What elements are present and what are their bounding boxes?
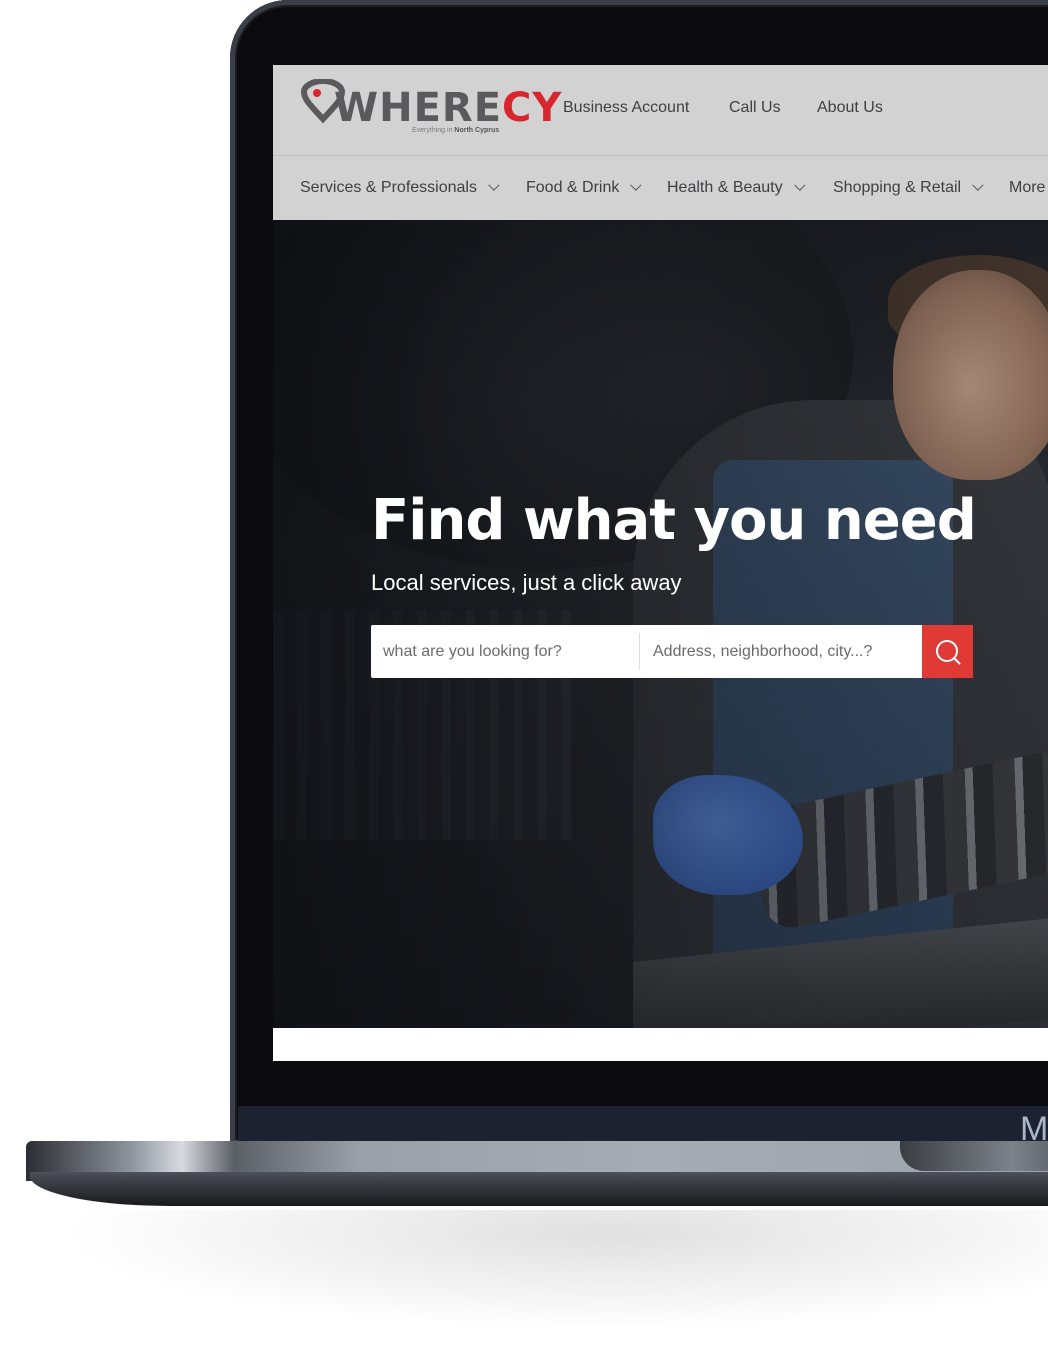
laptop-base-edge [30, 1172, 1048, 1206]
category-label: Shopping & Retail [833, 179, 962, 196]
search-what-input[interactable] [371, 625, 639, 678]
chevron-down-icon [488, 179, 500, 191]
hero-title: Find what you need [371, 488, 977, 553]
category-label: More [1009, 179, 1046, 196]
logo-wordmark: WHERECY [334, 85, 562, 131]
laptop-shadow [60, 1210, 1048, 1330]
site-header: WHERECY Everything in North Cyprus Busin… [273, 65, 1048, 156]
category-shopping-retail[interactable]: Shopping & Retail [833, 179, 984, 197]
category-services-professionals[interactable]: Services & Professionals [300, 179, 500, 197]
search-button[interactable] [922, 625, 973, 678]
site-logo[interactable]: WHERECY Everything in North Cyprus [300, 77, 561, 141]
logo-tagline: Everything in North Cyprus [412, 127, 499, 134]
nav-about-us[interactable]: About Us [817, 99, 883, 117]
category-label: Services & Professionals [300, 179, 477, 196]
chevron-down-icon [793, 179, 806, 191]
search-divider [639, 633, 640, 670]
chevron-down-icon [630, 179, 642, 191]
logo-text-accent: CY [502, 85, 563, 131]
search-icon [936, 640, 961, 665]
page-below-hero [273, 1028, 1048, 1061]
search-where-input[interactable] [641, 625, 921, 678]
hero-banner: Find what you need Local services, just … [273, 220, 1048, 1028]
hero-dark-overlay [273, 220, 1048, 1028]
search-bar [371, 625, 973, 678]
nav-business-account[interactable]: Business Account [563, 99, 689, 117]
tagline-prefix: Everything in [412, 127, 453, 134]
hero-subtitle: Local services, just a click away [371, 570, 682, 595]
website-screen: WHERECY Everything in North Cyprus Busin… [273, 65, 1048, 1061]
category-health-beauty[interactable]: Health & Beauty [667, 179, 806, 197]
chevron-down-icon [972, 179, 984, 191]
laptop-base-notch [900, 1141, 1048, 1171]
category-label: Health & Beauty [667, 179, 783, 196]
category-food-drink[interactable]: Food & Drink [526, 179, 642, 197]
laptop-bezel-bottom [238, 1106, 1048, 1144]
tagline-location: North Cyprus [454, 127, 500, 134]
category-nav: Services & Professionals Food & Drink He… [273, 156, 1048, 220]
logo-text-main: WHERE [334, 85, 503, 131]
category-label: Food & Drink [526, 179, 620, 196]
category-more[interactable]: More [1009, 179, 1045, 197]
nav-call-us[interactable]: Call Us [729, 99, 781, 117]
